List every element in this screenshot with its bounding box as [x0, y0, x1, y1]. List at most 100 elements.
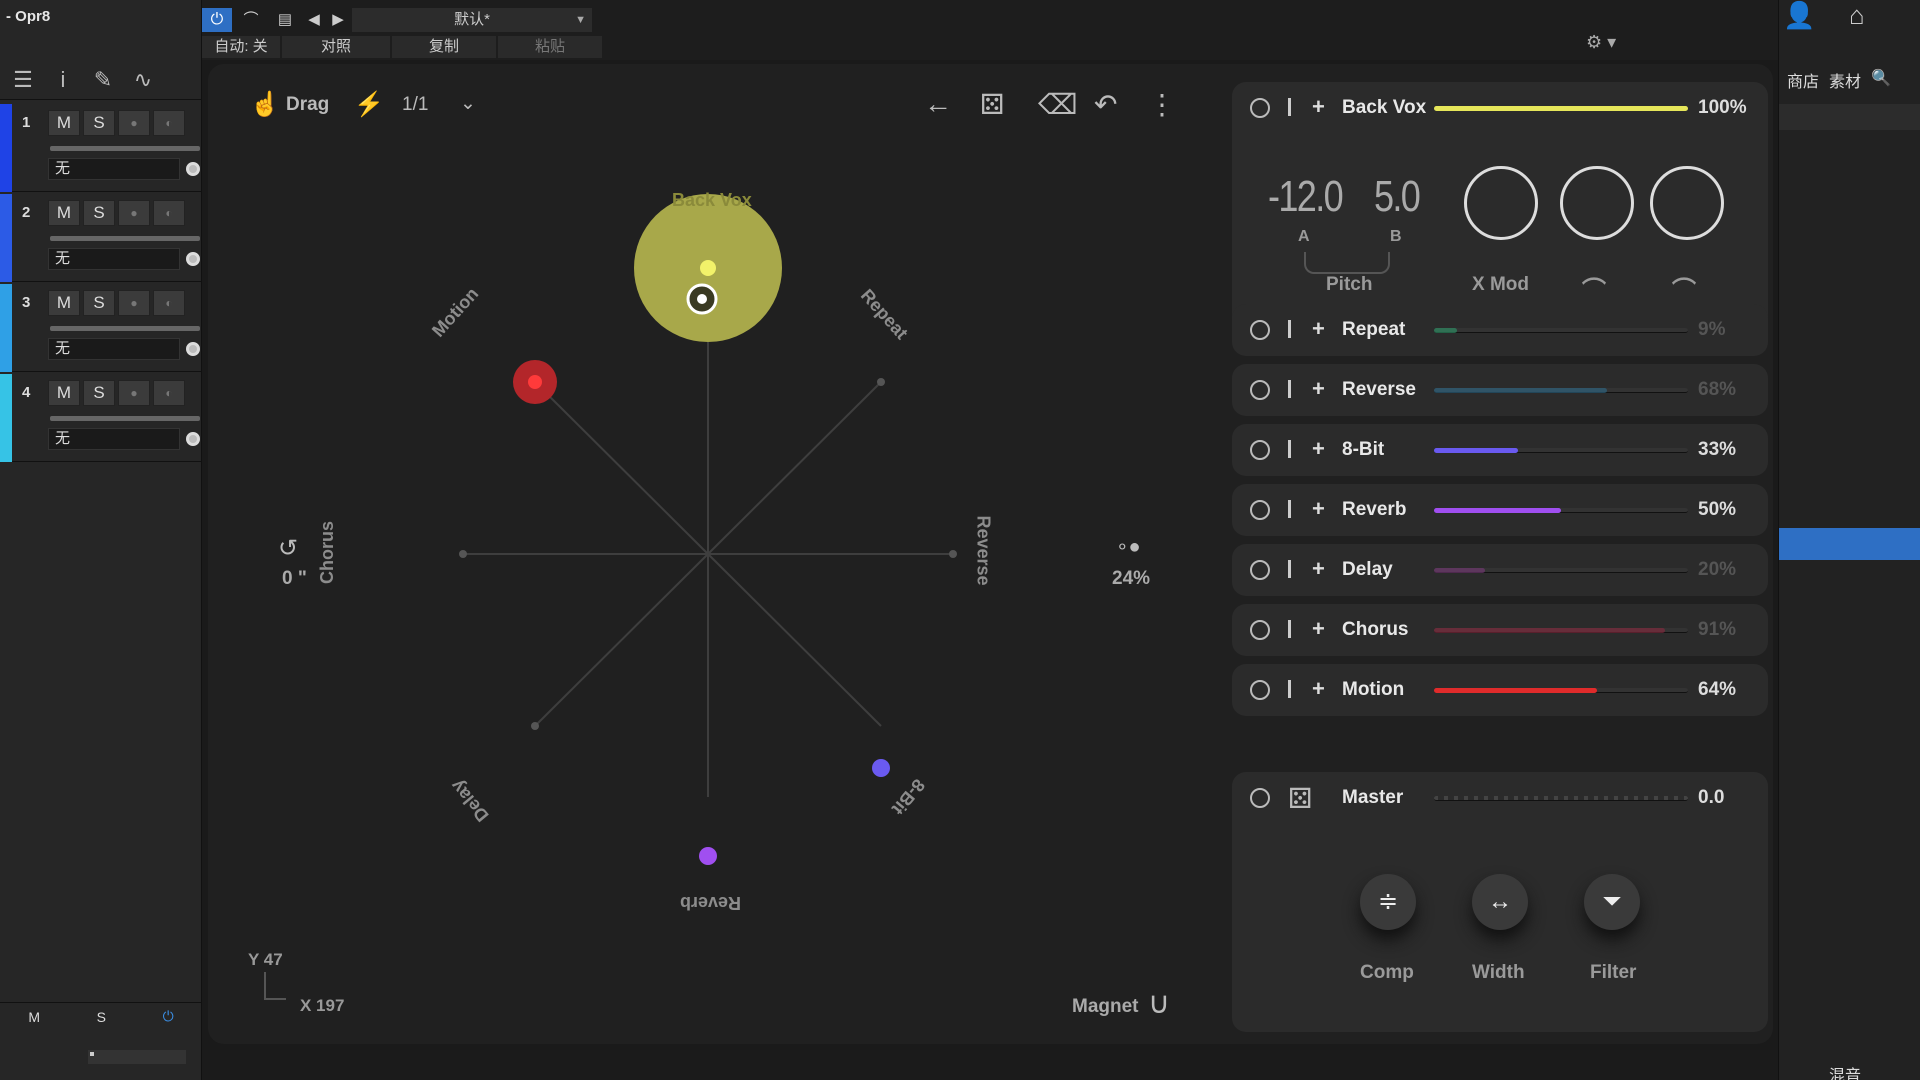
global-solo-button[interactable]: S — [97, 1009, 106, 1025]
fx-enable-toggle[interactable] — [1250, 440, 1270, 460]
fx-row-reverse[interactable]: + Reverse 68% — [1232, 364, 1768, 416]
more-icon[interactable]: ⋮ — [1148, 88, 1176, 121]
record-button[interactable]: ● — [118, 110, 150, 136]
browser-selected-row[interactable] — [1779, 528, 1920, 560]
fx-level-slider[interactable] — [1434, 508, 1688, 513]
fx-level-slider[interactable] — [1434, 388, 1688, 393]
fx-row-back-vox[interactable]: + Back Vox 100% — [1232, 82, 1768, 134]
input-select[interactable]: 无 — [48, 158, 180, 180]
magnet-icon[interactable]: ∪ — [1148, 986, 1170, 1021]
fx-level-slider[interactable] — [1434, 688, 1688, 693]
solo-bar-icon[interactable] — [1288, 560, 1291, 578]
pitch-b-value[interactable]: 5.0 — [1374, 172, 1421, 222]
fx-row-delay[interactable]: + Delay 20% — [1232, 544, 1768, 596]
solo-bar-icon[interactable] — [1288, 320, 1291, 338]
fx-row-chorus[interactable]: + Chorus 91% — [1232, 604, 1768, 656]
solo-bar-icon[interactable] — [1288, 680, 1291, 698]
eraser-icon[interactable]: ⌫ — [1038, 88, 1078, 121]
master-row[interactable]: ⚄ Master 0.0 — [1232, 772, 1768, 824]
tab-store[interactable]: 商店 — [1787, 68, 1819, 92]
info-icon[interactable]: i — [48, 67, 78, 93]
master-level-slider[interactable] — [1434, 796, 1688, 801]
input-select[interactable]: 无 — [48, 428, 180, 450]
record-button[interactable]: ● — [118, 380, 150, 406]
width-button[interactable]: ↔ — [1472, 874, 1528, 930]
fx-level-slider[interactable] — [1434, 448, 1688, 453]
plus-icon[interactable]: + — [1312, 616, 1325, 642]
track-4[interactable]: 4 M S ● ◐ 无 — [0, 374, 202, 462]
solo-button[interactable]: S — [83, 110, 115, 136]
fx-level-slider[interactable] — [1434, 106, 1688, 111]
fx-level-slider[interactable] — [1434, 628, 1688, 633]
plus-icon[interactable]: + — [1312, 436, 1325, 462]
solo-bar-icon[interactable] — [1288, 500, 1291, 518]
fx-row-motion[interactable]: + Motion 64% — [1232, 664, 1768, 716]
plus-icon[interactable]: + — [1312, 556, 1325, 582]
auto-button[interactable]: 自动: 关 — [202, 36, 280, 58]
input-select[interactable]: 无 — [48, 338, 180, 360]
solo-bar-icon[interactable] — [1288, 98, 1291, 116]
monitor-button[interactable]: ◐ — [153, 380, 185, 406]
chevron-down-icon[interactable]: ⌄ — [460, 92, 476, 115]
solo-bar-icon[interactable] — [1288, 380, 1291, 398]
runner-icon[interactable]: ⚡ — [354, 90, 384, 119]
dice-icon[interactable]: ⚄ — [980, 88, 1004, 121]
fx-row-reverb[interactable]: + Reverb 50% — [1232, 484, 1768, 536]
power-icon[interactable]: ⏻ — [163, 1008, 174, 1025]
list-icon[interactable]: ☰ — [8, 67, 38, 93]
fx-enable-toggle[interactable] — [1250, 680, 1270, 700]
hand-icon[interactable]: ☝ — [250, 90, 280, 119]
mute-button[interactable]: M — [48, 200, 80, 226]
browser-filter-bar[interactable] — [1779, 104, 1920, 130]
volume-fader[interactable] — [50, 326, 200, 331]
plus-icon[interactable]: + — [1312, 676, 1325, 702]
fx-level-slider[interactable] — [1434, 328, 1688, 333]
arrow-left-icon[interactable]: ← — [924, 88, 952, 120]
fx-row-8bit[interactable]: +8-Bit 33% — [1232, 424, 1768, 476]
fx-row-repeat[interactable]: + Repeat 9% — [1232, 304, 1768, 356]
copy-button[interactable]: 复制 — [392, 36, 496, 58]
monitor-button[interactable]: ◐ — [153, 290, 185, 316]
mute-button[interactable]: M — [48, 110, 80, 136]
next-preset-icon[interactable]: ▶ — [328, 8, 348, 32]
wrench-icon[interactable]: ✎ — [88, 67, 118, 93]
curve-down-icon[interactable]: ⌒ — [1672, 270, 1696, 305]
plus-icon[interactable]: + — [1312, 94, 1325, 120]
undo-icon[interactable]: ↶ — [1094, 88, 1117, 121]
track-2[interactable]: 2 M S ● ◐ 无 — [0, 194, 202, 282]
plus-icon[interactable]: + — [1312, 316, 1325, 342]
track-3[interactable]: 3 M S ● ◐ 无 — [0, 284, 202, 372]
bypass-icon[interactable]: ⌒ — [236, 8, 266, 32]
pan-knob[interactable] — [186, 342, 200, 356]
dice-icon[interactable]: ⚄ — [1288, 782, 1312, 815]
curve-up-icon[interactable]: ⌒ — [1582, 270, 1606, 305]
pitch-a-value[interactable]: -12.0 — [1268, 172, 1344, 222]
home-icon[interactable]: ⌂ — [1849, 0, 1865, 31]
pan-knob[interactable] — [186, 252, 200, 266]
solo-button[interactable]: S — [83, 290, 115, 316]
ratio-value[interactable]: 1/1 — [402, 94, 428, 116]
fx-enable-toggle[interactable] — [1250, 380, 1270, 400]
solo-button[interactable]: S — [83, 200, 115, 226]
track-1[interactable]: 1 M S ● ◐ 无 — [0, 104, 202, 192]
monitor-button[interactable]: ◐ — [153, 110, 185, 136]
pan-knob[interactable] — [186, 432, 200, 446]
paste-button[interactable]: 粘贴 — [498, 36, 602, 58]
record-button[interactable]: ● — [118, 290, 150, 316]
volume-fader[interactable] — [50, 146, 200, 151]
rotate-icon[interactable]: ↺ — [278, 534, 298, 563]
tab-assets[interactable]: 素材 — [1829, 68, 1861, 92]
global-mute-button[interactable]: M — [28, 1009, 40, 1025]
prev-preset-icon[interactable]: ◀ — [304, 8, 324, 32]
spread-icon[interactable]: ∘● — [1116, 534, 1141, 559]
search-icon[interactable]: 🔍 — [1871, 68, 1891, 92]
xmod-knob[interactable] — [1464, 166, 1538, 240]
power-icon[interactable]: ⏻ — [202, 8, 232, 32]
preset-menu-icon[interactable]: ▤ — [270, 8, 300, 32]
pan-knob[interactable] — [186, 162, 200, 176]
monitor-button[interactable]: ◐ — [153, 200, 185, 226]
solo-bar-icon[interactable] — [1288, 620, 1291, 638]
fx-enable-toggle[interactable] — [1250, 98, 1270, 118]
user-icon[interactable]: 👤 — [1783, 0, 1815, 31]
fx-enable-toggle[interactable] — [1250, 560, 1270, 580]
